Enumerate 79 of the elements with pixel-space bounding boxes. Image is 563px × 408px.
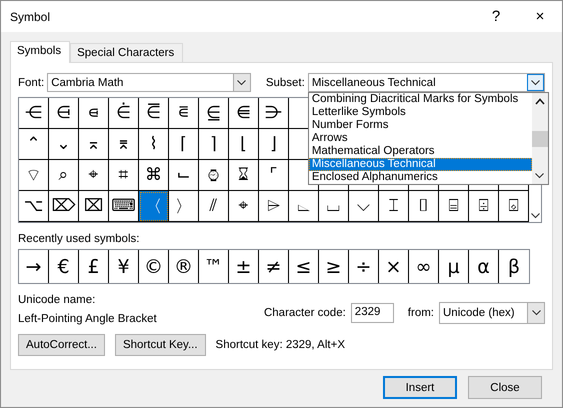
- subset-label: Subset:: [266, 76, 305, 88]
- scrollbar[interactable]: [532, 93, 548, 184]
- symbol-cell[interactable]: 〉: [169, 191, 199, 222]
- unicode-name-value: Left-Pointing Angle Bracket: [18, 313, 157, 325]
- chevron-down-icon: [237, 80, 246, 86]
- symbol-cell[interactable]: ⌄: [49, 129, 79, 160]
- symbol-cell[interactable]: ⌜: [259, 160, 289, 191]
- symbol-cell[interactable]: ⋷: [169, 98, 199, 129]
- symbol-cell[interactable]: ⌊: [229, 129, 259, 160]
- character-code-label: Character code:: [264, 307, 346, 319]
- dropdown-option[interactable]: Number Forms: [308, 119, 532, 132]
- symbol-cell[interactable]: ⌉: [199, 129, 229, 160]
- symbol-cell[interactable]: ⌅: [79, 129, 109, 160]
- symbol-cell[interactable]: ⌋: [259, 129, 289, 160]
- recent-symbols-label: Recently used symbols:: [18, 233, 140, 245]
- tab[interactable]: Special Characters: [70, 43, 184, 62]
- symbol-cell[interactable]: ⋴: [79, 98, 109, 129]
- from-combobox[interactable]: Unicode (hex): [439, 302, 545, 324]
- symbol-cell[interactable]: ⌶: [379, 191, 409, 222]
- symbol-cell[interactable]: ⌆: [109, 129, 139, 160]
- symbol-cell[interactable]: ⌳: [289, 191, 319, 222]
- chevron-down-icon: [532, 310, 540, 316]
- symbol-cell[interactable]: ⌲: [259, 191, 289, 222]
- subset-combobox[interactable]: Miscellaneous Technical: [308, 73, 545, 92]
- dropdown-option[interactable]: Combining Diacritical Marks for Symbols: [308, 93, 532, 106]
- symbol-cell[interactable]: 〈: [139, 191, 169, 222]
- scroll-down-icon: [535, 173, 544, 179]
- default-button[interactable]: Insert: [383, 376, 457, 399]
- symbol-cell[interactable]: ⌥: [19, 191, 49, 222]
- symbol-cell[interactable]: ⌛: [229, 160, 259, 191]
- scroll-up-icon[interactable]: [534, 98, 545, 105]
- help-button[interactable]: ?: [474, 1, 518, 32]
- character-code-field[interactable]: 2329: [350, 303, 394, 323]
- font-label: Font:: [18, 76, 44, 88]
- shortcut-key-text: Shortcut key: 2329, Alt+X: [216, 339, 345, 351]
- window-title: Symbol: [9, 10, 52, 24]
- symbol-cell[interactable]: ⌈: [169, 129, 199, 160]
- symbol-cell[interactable]: ⌴: [319, 191, 349, 222]
- close-button[interactable]: ×: [518, 1, 562, 32]
- symbol-cell[interactable]: ⌙: [169, 160, 199, 191]
- symbol-cell[interactable]: ⋺: [259, 98, 289, 129]
- symbol-cell[interactable]: ⋳: [49, 98, 79, 129]
- symbol-cell[interactable]: ⌖: [229, 191, 259, 222]
- symbol-cell[interactable]: ⋵: [109, 98, 139, 129]
- symbol-cell[interactable]: ⋹: [229, 98, 259, 129]
- symbol-cell[interactable]: ⌵: [349, 191, 379, 222]
- scrollbar-thumb[interactable]: [532, 131, 548, 147]
- symbol-cell[interactable]: ⌷: [409, 191, 439, 222]
- symbol-cell[interactable]: ⌦: [49, 191, 79, 222]
- dialog-action-button[interactable]: Shortcut Key...: [114, 334, 206, 356]
- symbol-cell[interactable]: ⌔: [19, 160, 49, 191]
- dropdown-option[interactable]: Enclosed Alphanumerics: [308, 171, 532, 184]
- unicode-name-label: Unicode name:: [18, 294, 96, 306]
- symbol-cell[interactable]: ⌇: [139, 129, 169, 160]
- symbol-cell[interactable]: ⋶: [139, 98, 169, 129]
- symbol-cell[interactable]: ⌹: [469, 191, 499, 222]
- symbol-cell[interactable]: ⌕: [49, 160, 79, 191]
- recent-symbol[interactable]: β: [499, 250, 529, 283]
- dropdown-option[interactable]: Mathematical Operators: [308, 145, 532, 158]
- symbol-cell[interactable]: ⌃: [19, 129, 49, 160]
- tab[interactable]: Symbols: [10, 41, 70, 63]
- symbol-cell[interactable]: ⫽: [199, 191, 229, 222]
- dropdown-option[interactable]: Letterlike Symbols: [308, 106, 532, 119]
- scroll-down-icon: [530, 213, 540, 219]
- dropdown-option[interactable]: Arrows: [308, 132, 532, 145]
- dropdown-option[interactable]: Miscellaneous Technical: [308, 158, 532, 171]
- symbol-cell[interactable]: ⌺: [499, 191, 529, 222]
- font-combobox[interactable]: Cambria Math: [47, 73, 251, 92]
- symbol-cell[interactable]: ⌖: [79, 160, 109, 191]
- chevron-down-icon: [531, 80, 540, 86]
- symbol-cell[interactable]: ⋸: [199, 98, 229, 129]
- symbol-cell[interactable]: ⌚: [199, 160, 229, 191]
- dialog-action-button[interactable]: AutoCorrect...: [18, 334, 105, 356]
- symbol-cell[interactable]: ⌸: [439, 191, 469, 222]
- symbol-cell[interactable]: ⌧: [79, 191, 109, 222]
- from-label: from:: [408, 307, 434, 319]
- symbol-cell[interactable]: ⋲: [19, 98, 49, 129]
- dialog-button[interactable]: Close: [468, 376, 542, 399]
- symbol-cell[interactable]: ⌗: [109, 160, 139, 191]
